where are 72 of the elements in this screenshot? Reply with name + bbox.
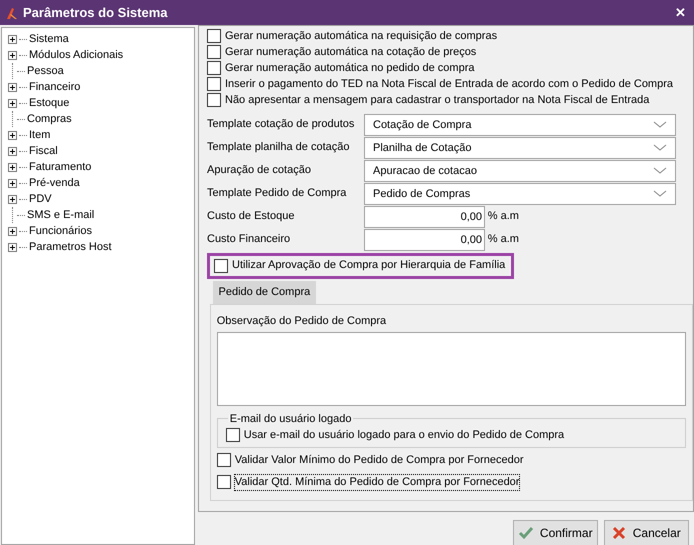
close-icon: [611, 525, 628, 541]
field-label: Apuração de cotação: [207, 163, 312, 178]
checkbox-label: Gerar numeração automática na requisição de compras: [225, 28, 498, 44]
checkbox-label: Usar e-mail do usuário logado para o envio do Pedido de Compra: [244, 428, 564, 442]
checkbox[interactable]: [214, 258, 228, 272]
window-title: Parâmetros do Sistema: [23, 4, 169, 22]
tree-item[interactable]: Pessoa: [27, 63, 64, 79]
tree-item[interactable]: Fiscal: [29, 143, 58, 159]
chevron-down-icon: [653, 190, 667, 197]
group-title: E-mail do usuário logado: [228, 411, 354, 428]
text-area-label: Observação do Pedido de Compra: [216, 314, 388, 329]
cancel-button[interactable]: Cancelar: [604, 520, 688, 545]
expand-icon[interactable]: [8, 98, 17, 108]
dropdown[interactable]: Planilha de Cotação: [364, 136, 676, 158]
field-label: Custo de Estoque: [207, 209, 296, 224]
expand-icon[interactable]: [8, 82, 17, 92]
tab[interactable]: Pedido de Compra: [212, 281, 316, 304]
checkbox-label: Utilizar Aprovação de Compra por Hierarquia de Família: [232, 258, 506, 273]
tree-item[interactable]: Módulos Adicionais: [29, 47, 124, 63]
checkbox[interactable]: [207, 77, 221, 91]
checkbox[interactable]: [216, 453, 231, 467]
checkbox-label: Validar Qtd. Mínima do Pedido de Compra por Fornecedor: [234, 474, 520, 490]
tree-item[interactable]: SMS e E-mail: [27, 207, 94, 223]
checkbox[interactable]: [207, 45, 221, 59]
tree-item[interactable]: Parametros Host: [29, 239, 112, 255]
expand-icon[interactable]: [8, 130, 17, 140]
unit-label: % a.m: [488, 209, 519, 224]
chevron-down-icon: [653, 121, 667, 128]
number-field[interactable]: 0,00: [364, 206, 485, 228]
checkbox-label: Gerar numeração automática no pedido de compra: [225, 60, 474, 76]
tree-item[interactable]: Financeiro: [29, 79, 80, 95]
field-label: Template cotação de produtos: [207, 117, 356, 132]
field-label: Custo Financeiro: [207, 232, 292, 248]
tree-item[interactable]: Sistema: [29, 31, 69, 47]
expand-icon[interactable]: [8, 50, 17, 60]
close-button[interactable]: ✕: [674, 2, 686, 22]
tree-item[interactable]: Estoque: [29, 95, 70, 111]
expand-icon[interactable]: [8, 162, 17, 172]
tree-item[interactable]: Faturamento: [29, 159, 92, 175]
tree-item[interactable]: Item: [29, 127, 50, 143]
expand-icon[interactable]: [8, 194, 17, 204]
tree-item[interactable]: Pré-venda: [29, 175, 80, 191]
checkbox[interactable]: [207, 93, 221, 107]
checkbox-label: Gerar numeração automática na cotação de preços: [225, 44, 476, 60]
number-field[interactable]: 0,00: [364, 228, 485, 250]
dropdown[interactable]: Cotação de Compra: [364, 114, 676, 136]
chevron-down-icon: [653, 167, 667, 174]
chevron-down-icon: [653, 144, 667, 151]
checkbox[interactable]: [226, 428, 240, 442]
tree-item[interactable]: PDV: [29, 191, 52, 207]
confirm-button[interactable]: Confirmar: [513, 520, 598, 545]
app-logo-icon: [6, 6, 18, 20]
field-label: Template Pedido de Compra: [207, 186, 348, 202]
unit-label: % a.m: [488, 232, 519, 248]
field-label: Template planilha de cotação: [207, 140, 350, 156]
expand-icon[interactable]: [8, 178, 17, 188]
expand-icon[interactable]: [8, 242, 17, 252]
dropdown[interactable]: Apuracao de cotacao: [364, 160, 676, 182]
expand-icon[interactable]: [8, 226, 17, 236]
text-area[interactable]: [216, 332, 686, 406]
checkbox-label: Não apresentar a mensagem para cadastrar o transportador na Nota Fiscal de Entrada: [225, 92, 650, 108]
tree-item[interactable]: Compras: [27, 111, 72, 127]
checkbox-label: Inserir o pagamento do TED na Nota Fiscal de Entrada de acordo com o Pedido de Compra: [225, 76, 673, 92]
tree-item[interactable]: Funcionários: [29, 223, 92, 239]
dropdown[interactable]: Pedido de Compras: [364, 182, 676, 204]
checkbox-label: Validar Valor Mínimo do Pedido de Compra por Fornecedor: [234, 452, 524, 468]
check-icon: [518, 525, 534, 541]
expand-icon[interactable]: [8, 146, 17, 156]
checkbox[interactable]: [207, 29, 221, 43]
checkbox[interactable]: [216, 475, 231, 489]
expand-icon[interactable]: [8, 34, 17, 44]
checkbox[interactable]: [207, 61, 221, 75]
